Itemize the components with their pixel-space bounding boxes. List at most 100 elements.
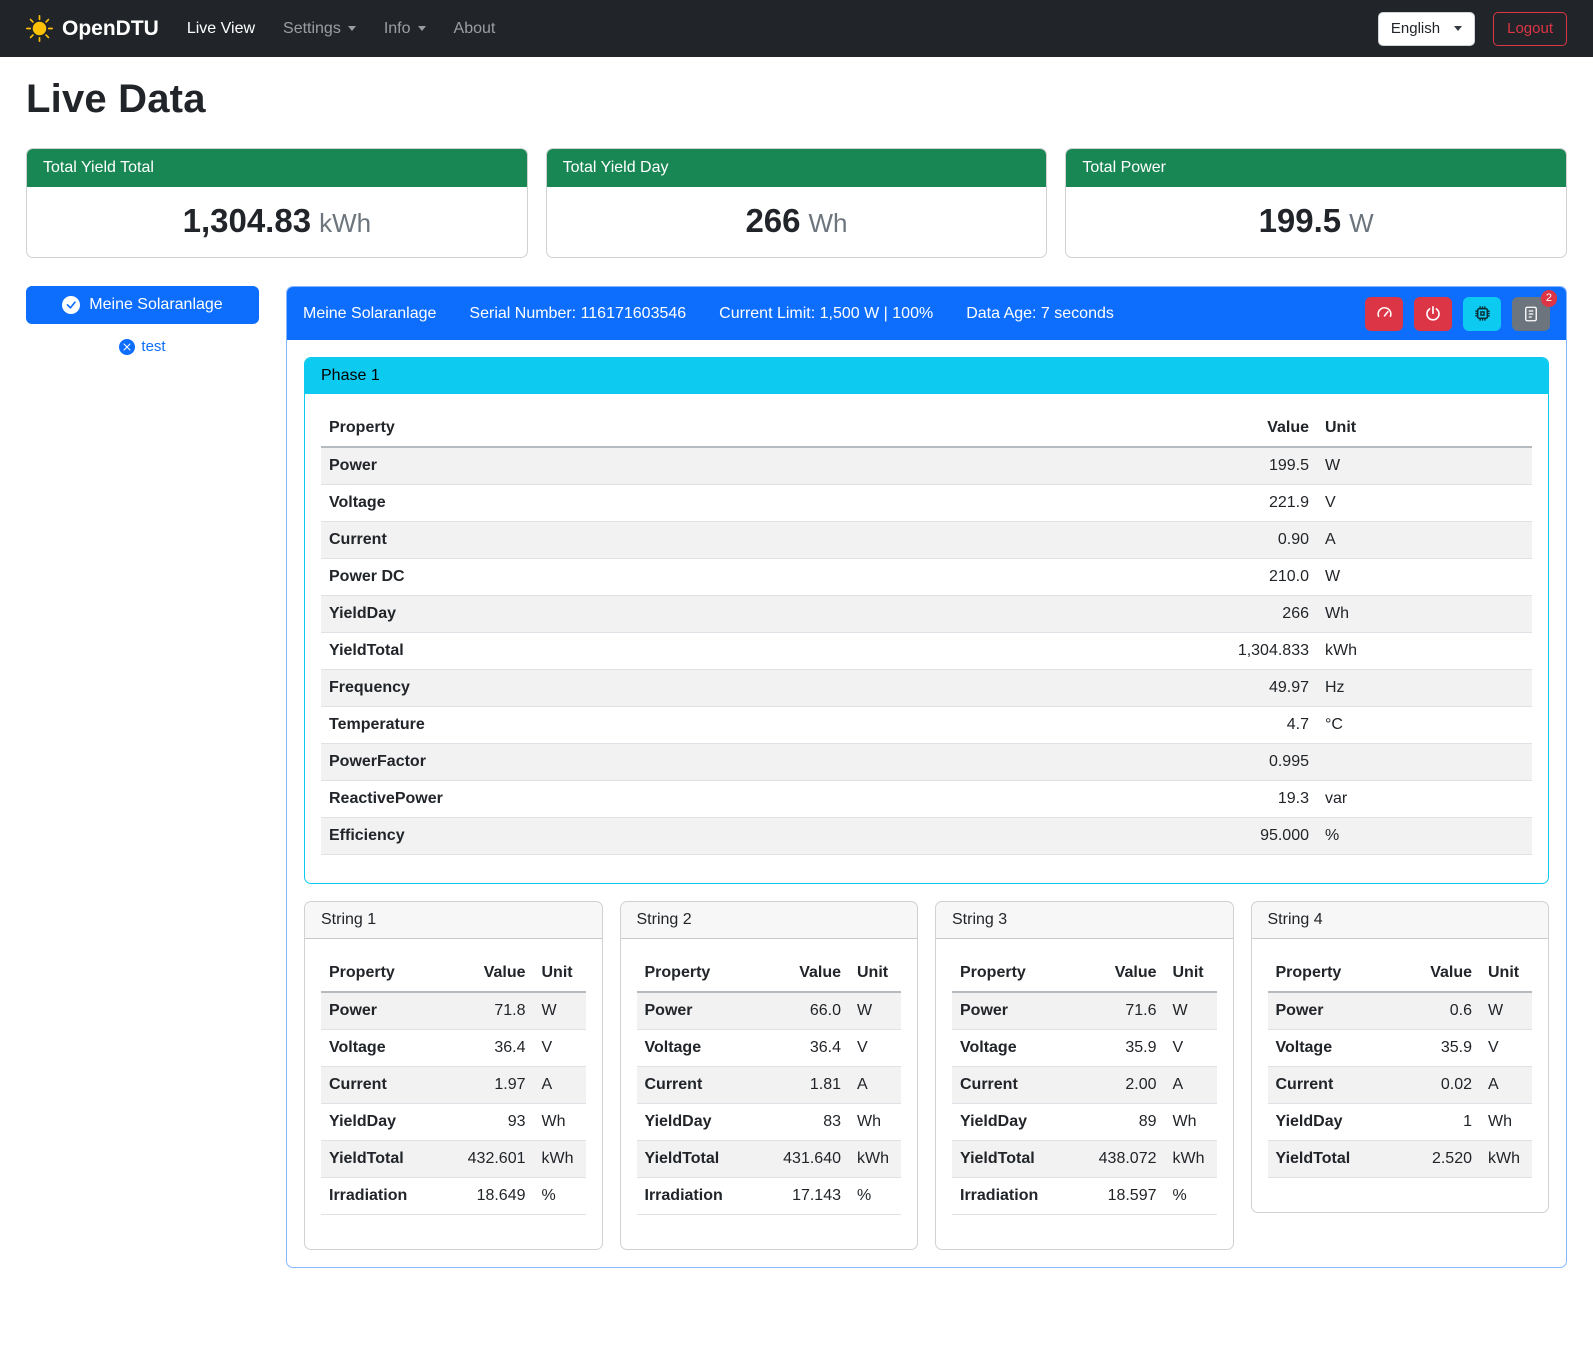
value-cell: 83: [759, 1104, 849, 1141]
property-cell: Voltage: [952, 1030, 1075, 1067]
property-cell: Current: [1268, 1067, 1391, 1104]
unit-cell: A: [849, 1067, 901, 1104]
unit-cell: Wh: [1165, 1104, 1217, 1141]
phase-title: Phase 1: [305, 358, 1548, 394]
value-cell: 35.9: [1075, 1030, 1165, 1067]
string-4-card: String 4 Property Value Unit: [1251, 901, 1550, 1213]
table-header-row: Property Value Unit: [1268, 955, 1533, 992]
value-cell: 1: [1390, 1104, 1480, 1141]
property-cell: YieldDay: [321, 596, 917, 633]
property-cell: ReactivePower: [321, 781, 917, 818]
property-cell: Power: [321, 992, 444, 1030]
nav-item-about[interactable]: About: [440, 12, 510, 46]
unit-cell: W: [534, 992, 586, 1030]
property-cell: YieldTotal: [1268, 1141, 1391, 1178]
x-circle-icon: [119, 339, 135, 355]
unit-cell: %: [1165, 1178, 1217, 1215]
column-header-property: Property: [321, 410, 917, 447]
table-row: Voltage36.4V: [637, 1030, 902, 1067]
value-cell: 36.4: [759, 1030, 849, 1067]
value-cell: 0.90: [917, 522, 1317, 559]
unit-cell: A: [1165, 1067, 1217, 1104]
unit-cell: A: [1480, 1067, 1532, 1104]
nav-item-info[interactable]: Info: [370, 12, 440, 46]
property-cell: Current: [321, 522, 917, 559]
table-row: Power DC210.0W: [321, 559, 1532, 596]
column-header-property: Property: [1268, 955, 1391, 992]
table-row: Power0.6W: [1268, 992, 1533, 1030]
nav-item-settings[interactable]: Settings: [269, 12, 370, 46]
table-row: YieldDay83Wh: [637, 1104, 902, 1141]
inverter-data-age: Data Age: 7 seconds: [966, 305, 1114, 323]
property-cell: YieldTotal: [952, 1141, 1075, 1178]
table-row: ReactivePower19.3var: [321, 781, 1532, 818]
property-cell: YieldTotal: [321, 633, 917, 670]
nav-right: English Logout: [1378, 12, 1567, 46]
table-header-row: Property Value Unit: [321, 410, 1532, 447]
property-cell: Voltage: [321, 485, 917, 522]
value-cell: 2.00: [1075, 1067, 1165, 1104]
unit-cell: kWh: [1165, 1141, 1217, 1178]
unit-cell: Wh: [849, 1104, 901, 1141]
unit-cell: Hz: [1317, 670, 1532, 707]
table-row: Temperature4.7°C: [321, 707, 1532, 744]
property-cell: Power: [321, 447, 917, 485]
language-value: English: [1391, 20, 1440, 37]
unit-cell: var: [1317, 781, 1532, 818]
property-cell: YieldDay: [1268, 1104, 1391, 1141]
total-power-card: Total Power 199.5W: [1065, 148, 1567, 258]
column-header-value: Value: [1075, 955, 1165, 992]
inverter-actions: 2: [1365, 297, 1550, 331]
total-yield-day-card: Total Yield Day 266Wh: [546, 148, 1048, 258]
unit-cell: [1317, 744, 1532, 781]
unit-cell: Wh: [534, 1104, 586, 1141]
property-cell: Irradiation: [952, 1178, 1075, 1215]
property-cell: Irradiation: [637, 1178, 760, 1215]
value-cell: 19.3: [917, 781, 1317, 818]
value-cell: 18.597: [1075, 1178, 1165, 1215]
value-cell: 199.5: [917, 447, 1317, 485]
nav-item-live-view[interactable]: Live View: [173, 12, 269, 46]
value-cell: 4.7: [917, 707, 1317, 744]
unit-cell: A: [1317, 522, 1532, 559]
table-row: PowerFactor0.995: [321, 744, 1532, 781]
unit-cell: A: [534, 1067, 586, 1104]
device-info-button[interactable]: [1463, 297, 1501, 331]
unit-cell: kWh: [849, 1141, 901, 1178]
property-cell: Temperature: [321, 707, 917, 744]
unit-cell: V: [534, 1030, 586, 1067]
unit-cell: °C: [1317, 707, 1532, 744]
column-header-value: Value: [917, 410, 1317, 447]
cpu-icon: [1473, 304, 1492, 323]
table-row: Irradiation18.597%: [952, 1178, 1217, 1215]
string-3-card: String 3 Property Value Unit: [935, 901, 1234, 1250]
card-value: 266: [745, 202, 800, 239]
column-header-property: Property: [637, 955, 760, 992]
property-cell: Power DC: [321, 559, 917, 596]
logout-button[interactable]: Logout: [1493, 12, 1567, 46]
value-cell: 0.6: [1390, 992, 1480, 1030]
table-row: YieldDay266Wh: [321, 596, 1532, 633]
property-cell: Voltage: [1268, 1030, 1391, 1067]
column-header-unit: Unit: [1165, 955, 1217, 992]
property-cell: YieldDay: [321, 1104, 444, 1141]
table-header-row: Property Value Unit: [952, 955, 1217, 992]
table-row: Power199.5W: [321, 447, 1532, 485]
language-select[interactable]: English: [1378, 12, 1475, 46]
brand[interactable]: OpenDTU: [26, 15, 159, 42]
inverter-select-test[interactable]: test: [26, 338, 259, 355]
summary-cards: Total Yield Total 1,304.83kWh Total Yiel…: [26, 148, 1567, 258]
power-toggle-button[interactable]: [1414, 297, 1452, 331]
event-log-button[interactable]: 2: [1512, 297, 1550, 331]
inverter-serial: Serial Number: 116171603546: [469, 305, 686, 323]
property-cell: Efficiency: [321, 818, 917, 855]
card-unit: W: [1349, 208, 1374, 238]
limit-settings-button[interactable]: [1365, 297, 1403, 331]
table-row: Frequency49.97Hz: [321, 670, 1532, 707]
table-header-row: Property Value Unit: [637, 955, 902, 992]
value-cell: 210.0: [917, 559, 1317, 596]
inverter-select-meine-solaranlage[interactable]: Meine Solaranlage: [26, 286, 259, 324]
inverter-card-header: Meine Solaranlage Serial Number: 1161716…: [287, 287, 1566, 340]
value-cell: 17.143: [759, 1178, 849, 1215]
gauge-icon: [1375, 304, 1394, 323]
